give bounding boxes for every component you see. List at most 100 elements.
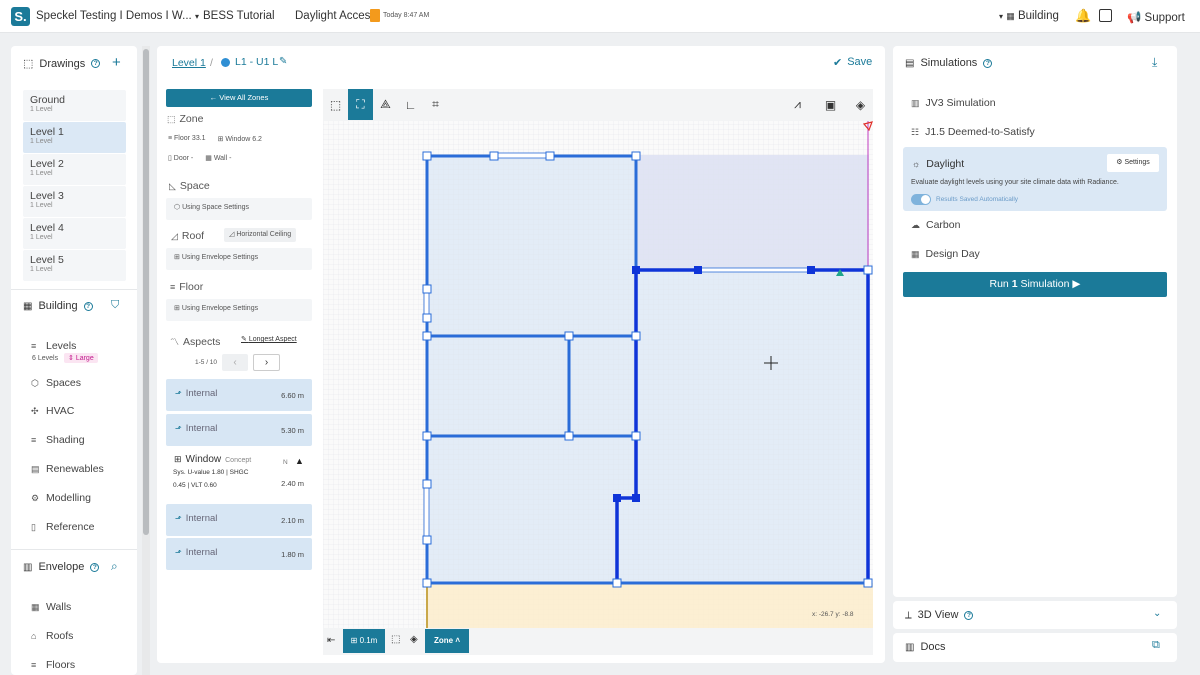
docs-title: Docs — [920, 641, 946, 653]
envelope-item-walls[interactable]: ▦ Walls — [31, 601, 71, 613]
angle-tool-icon[interactable]: ∟ — [398, 89, 423, 120]
prev-page-button[interactable]: ‹ — [222, 354, 248, 371]
layer-icon[interactable]: ◈ — [410, 634, 418, 645]
add-shape-icon[interactable]: ⬚ — [323, 89, 348, 120]
help-icon[interactable]: ? — [91, 59, 101, 68]
save-button[interactable]: ✔ Save — [833, 56, 872, 69]
snap-icon[interactable]: ⬚ — [391, 634, 400, 645]
building-selector[interactable]: ▾ ▦ Building — [999, 10, 1059, 22]
level-item-ground[interactable]: Ground 1 Level — [23, 90, 126, 121]
level-item-1[interactable]: Level 11 Level — [23, 122, 126, 153]
item-label: Levels — [46, 340, 77, 352]
building-item-modelling[interactable]: ⚙ Modelling — [31, 492, 91, 504]
roof-setting[interactable]: ⊞ Using Envelope Settings — [166, 248, 312, 270]
aspect-value: 5.30 m — [281, 426, 304, 435]
measure-tool-icon[interactable]: ⟁ — [373, 89, 398, 120]
building-item-hvac[interactable]: ✣ HVAC — [31, 405, 74, 417]
aspect-item[interactable]: ⬏ Internal 6.60 m — [166, 379, 312, 411]
building-item-reference[interactable]: ▯ Reference — [31, 521, 94, 533]
add-drawing-button[interactable]: + — [112, 54, 121, 71]
zone-color-dot — [221, 58, 230, 67]
sim-item-jv3[interactable]: ▥ JV3 Simulation — [911, 97, 996, 109]
download-icon[interactable]: ⤓ — [1152, 55, 1157, 70]
cube-icon: ⬡ — [31, 377, 39, 388]
notifications-icon[interactable]: 🔔 — [1075, 8, 1091, 24]
breadcrumb-level[interactable]: Level 1 — [172, 57, 206, 69]
tab-bess-tutorial[interactable]: BESS Tutorial — [203, 10, 275, 22]
floorplan-svg[interactable] — [323, 89, 873, 655]
simulations-title: Simulations — [920, 57, 978, 69]
item-label: Roofs — [46, 630, 74, 642]
edit-icon[interactable]: ✎ — [279, 56, 287, 67]
level-item-2[interactable]: Level 21 Level — [23, 154, 126, 185]
mode-selector[interactable]: Zone ˄ — [425, 629, 469, 653]
wall-stat-value: Wall - — [213, 155, 232, 162]
breadcrumb-zone[interactable]: L1 - U1 L — [235, 56, 278, 68]
next-page-button[interactable]: › — [253, 354, 280, 371]
aspect-item[interactable]: ⬏ Internal 5.30 m — [166, 414, 312, 446]
support-link[interactable]: 📢 Support — [1127, 10, 1185, 24]
floor-section-header: ≡ Floor — [170, 281, 203, 293]
scrollbar-thumb[interactable] — [143, 49, 149, 535]
longest-aspect-link[interactable]: ✎ Longest Aspect — [241, 335, 297, 343]
run-simulation-button[interactable]: Run 1 Simulation ▶ — [903, 272, 1167, 297]
envelope-item-floors[interactable]: ≡ Floors — [31, 659, 75, 671]
drawing-canvas[interactable]: ⬚ ⛶ ⟁ ∟ ⌗ ⩘ ▣ ◈ x: -26.7 y: -8.8 ⇤ ⊞ 0.1… — [323, 89, 873, 655]
settings-label: Settings — [1124, 159, 1150, 166]
auto-save-toggle[interactable] — [911, 194, 931, 205]
sim-item-j15[interactable]: ☷ J1.5 Deemed-to-Satisfy — [911, 126, 1035, 138]
envelope-item-roofs[interactable]: ⌂ Roofs — [31, 630, 73, 642]
sim-item-design-day[interactable]: ▦ Design Day — [911, 248, 980, 260]
simulations-header: ▤ Simulations ? — [905, 57, 993, 69]
aspect-item[interactable]: ⬏ Internal 2.10 m — [166, 504, 312, 536]
image-tool-icon[interactable]: ▣ — [818, 89, 843, 120]
help-icon[interactable]: ? — [964, 610, 974, 620]
aspect-label: ⬏ Internal — [175, 547, 217, 558]
chevron-down-icon[interactable]: ⌄ — [1153, 608, 1161, 619]
help-icon[interactable]: ? — [90, 562, 100, 572]
tab-daylight-access[interactable]: Daylight Access — [295, 10, 376, 22]
building-item-spaces[interactable]: ⬡ Spaces — [31, 377, 81, 389]
roof-type-badge: ◿ Horizontal Ceiling — [224, 228, 297, 242]
north-tool-icon[interactable]: ⩘ — [785, 89, 810, 120]
level-item-3[interactable]: Level 31 Level — [23, 186, 126, 217]
help-icon[interactable]: ? — [83, 301, 93, 311]
aspect-item-window[interactable]: ⊞ Window Concept Sys. U-value 1.80 | SHGC … — [166, 450, 312, 501]
building-item-levels[interactable]: ≡ Levels — [31, 340, 76, 352]
view-all-zones-button[interactable]: ← View All Zones — [166, 89, 312, 107]
external-link-icon[interactable]: ⧉ — [1152, 639, 1160, 652]
tag-tool-icon[interactable]: ⌗ — [423, 89, 448, 120]
sim-item-carbon[interactable]: ☁ Carbon — [911, 219, 960, 231]
floor-setting[interactable]: ⊞ Using Envelope Settings — [166, 299, 312, 321]
north-arrow-icon: ▲ — [295, 456, 304, 466]
building-item-renewables[interactable]: ▤ Renewables — [31, 463, 104, 475]
chevron-down-icon: ▾ — [194, 12, 199, 21]
building-item-shading[interactable]: ≡ Shading — [31, 434, 85, 446]
grid-size-button[interactable]: ⊞ 0.1m — [343, 629, 385, 653]
calendar-icon: ▦ — [911, 248, 920, 259]
collapse-icon[interactable]: ⇤ — [327, 635, 335, 646]
window-left-2[interactable] — [423, 483, 430, 541]
daylight-card[interactable]: ☼ Daylight ⚙ Settings Evaluate daylight l… — [903, 147, 1167, 211]
compass-label: N — [283, 459, 288, 466]
layers-tool-icon[interactable]: ◈ — [848, 89, 873, 120]
search-icon[interactable]: ⌕ — [111, 559, 118, 574]
space-setting[interactable]: ⬡ Using Space Settings — [166, 198, 312, 220]
window-internal[interactable] — [697, 267, 812, 273]
level-item-4[interactable]: Level 41 Level — [23, 218, 126, 249]
app-logo[interactable]: S. — [11, 7, 30, 26]
aspect-item[interactable]: ⬏ Internal 1.80 m — [166, 538, 312, 570]
aspects-section-header: 〽 Aspects — [170, 335, 220, 348]
tag-icon[interactable]: ⛉ — [111, 299, 119, 312]
layout-icon[interactable] — [1099, 9, 1112, 22]
project-selector[interactable]: Speckel Testing I Demos I W... ▾ — [36, 10, 199, 22]
level-name: Level 2 — [30, 158, 64, 170]
wall-icon: ▦ — [31, 601, 40, 612]
envelope-header: ▥ Envelope ? — [23, 561, 100, 573]
select-tool-icon[interactable]: ⛶ — [348, 89, 373, 120]
roof-icon: ⌂ — [31, 631, 37, 641]
daylight-settings-button[interactable]: ⚙ Settings — [1107, 154, 1159, 172]
window-top[interactable] — [493, 152, 551, 159]
help-icon[interactable]: ? — [983, 58, 993, 68]
level-item-5[interactable]: Level 51 Level — [23, 250, 126, 281]
